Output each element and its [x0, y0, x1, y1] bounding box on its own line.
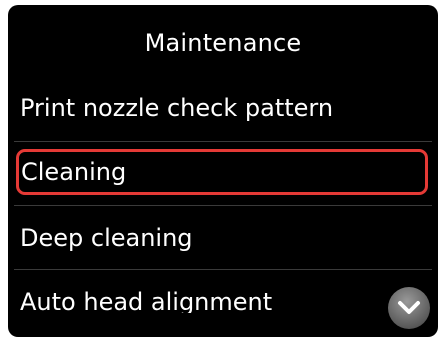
- divider: [14, 269, 432, 270]
- page-title: Maintenance: [144, 29, 302, 57]
- divider: [14, 205, 432, 206]
- scroll-down-button[interactable]: [388, 287, 430, 329]
- divider: [14, 141, 432, 142]
- menu-item-cleaning[interactable]: Cleaning: [16, 149, 428, 195]
- menu-item-auto-head-alignment[interactable]: Auto head alignment: [16, 279, 366, 313]
- chevron-down-icon: [398, 301, 420, 314]
- menu-item-deep-cleaning[interactable]: Deep cleaning: [16, 215, 428, 261]
- printer-lcd-screen: Maintenance Print nozzle check pattern C…: [8, 5, 438, 337]
- menu-item-print-nozzle-check-pattern[interactable]: Print nozzle check pattern: [16, 85, 428, 131]
